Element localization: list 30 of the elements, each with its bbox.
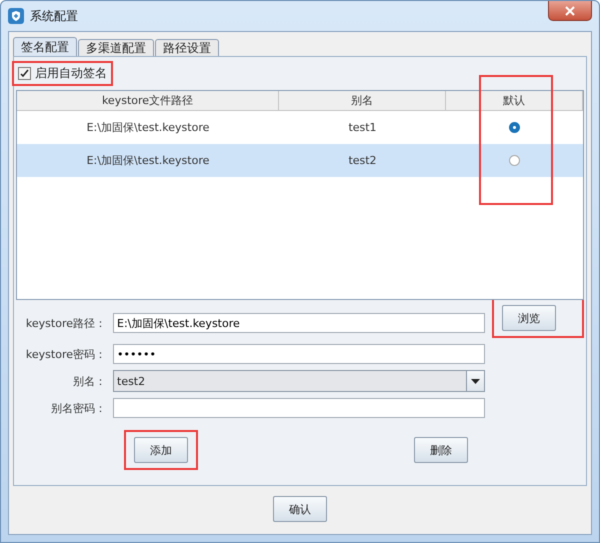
window-title: 系统配置 xyxy=(30,8,78,24)
tab[interactable]: 多渠道配置 xyxy=(78,39,154,56)
browse-button[interactable]: 浏览 xyxy=(502,305,556,331)
field-label: 别名密码： xyxy=(50,400,106,416)
field-label: 别名： xyxy=(72,374,106,388)
field-label: keystore密码： xyxy=(24,346,106,362)
input-field[interactable] xyxy=(113,398,485,418)
column-header: keystore文件路径 xyxy=(17,91,279,111)
input-field[interactable]: E:\加固保\test.keystore xyxy=(113,313,485,333)
confirm-button[interactable]: 确认 xyxy=(273,496,327,522)
field-label: keystore路径： xyxy=(24,316,106,330)
radio-button[interactable] xyxy=(509,155,520,166)
close-button[interactable] xyxy=(548,1,592,21)
close-icon xyxy=(565,6,575,16)
add-button[interactable]: 添加 xyxy=(134,437,188,463)
input-field[interactable]: •••••• xyxy=(113,344,485,364)
tab[interactable]: 签名配置 xyxy=(13,37,77,56)
column-header: 别名 xyxy=(279,91,446,111)
alias-dropdown[interactable]: test2 xyxy=(113,370,485,392)
caret-icon xyxy=(471,378,480,384)
shield-icon xyxy=(8,8,24,24)
auto-sign-checkbox[interactable]: 启用自动签名 xyxy=(18,65,107,82)
delete-button[interactable]: 删除 xyxy=(414,437,468,463)
tab[interactable]: 路径设置 xyxy=(155,39,219,56)
column-header: 默认 xyxy=(446,91,583,111)
checkmark-icon xyxy=(20,69,29,78)
table-cell: E:\加固保\test.keystore xyxy=(17,144,279,177)
dropdown-button[interactable] xyxy=(466,371,484,391)
table-cell: test2 xyxy=(279,144,446,177)
radio-button[interactable] xyxy=(509,122,520,133)
